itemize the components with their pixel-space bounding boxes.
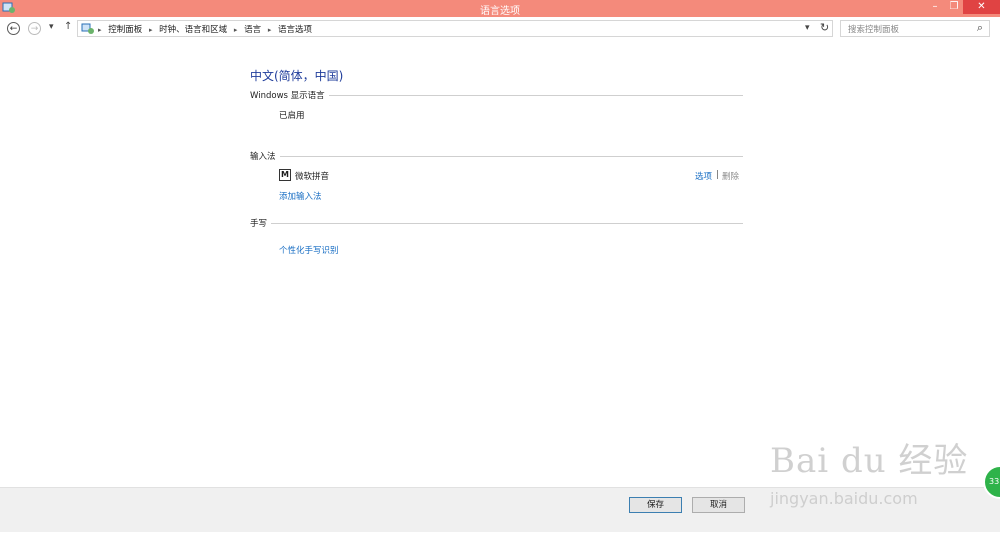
minimize-button[interactable]: –: [925, 0, 945, 15]
cancel-button[interactable]: 取消: [692, 497, 745, 513]
title-bar: 语言选项 – ❐ ✕: [0, 0, 1000, 17]
address-dropdown-icon[interactable]: ▾: [805, 23, 810, 33]
breadcrumb-item-clock-language-region[interactable]: 时钟、语言和区域: [159, 25, 227, 35]
breadcrumb-item-language-options[interactable]: 语言选项: [278, 25, 312, 35]
ime-name: 微软拼音: [295, 172, 330, 182]
recent-locations-button[interactable]: ▾: [49, 22, 54, 32]
address-bar[interactable]: ▸ 控制面板 ▸ 时钟、语言和区域 ▸ 语言 ▸ 语言选项 ▾ ↻: [77, 20, 833, 37]
search-icon[interactable]: ⌕: [977, 21, 983, 35]
refresh-icon[interactable]: ↻: [820, 21, 829, 34]
breadcrumb-item-control-panel[interactable]: 控制面板: [108, 25, 142, 35]
link-divider: |: [716, 170, 719, 180]
add-input-method-link[interactable]: 添加输入法: [279, 190, 322, 202]
display-language-status: 已启用: [279, 111, 305, 121]
personalize-handwriting-link[interactable]: 个性化手写识别: [279, 244, 339, 256]
section-label: 手写: [250, 217, 272, 229]
search-placeholder: 搜索控制面板: [848, 25, 900, 35]
breadcrumb-item-language[interactable]: 语言: [244, 25, 261, 35]
control-panel-icon: [81, 23, 94, 34]
section-divider: [250, 223, 743, 224]
section-label: Windows 显示语言: [250, 89, 329, 101]
chevron-right-icon[interactable]: ▸: [149, 26, 153, 34]
breadcrumb: ▸ 控制面板 ▸ 时钟、语言和区域 ▸ 语言 ▸ 语言选项: [98, 23, 316, 35]
back-button[interactable]: ←: [7, 22, 20, 35]
watermark-main: Bai du 经验: [770, 441, 969, 481]
watermark: Bai du 经验 jingyan.baidu.com: [770, 433, 969, 508]
page-title: 中文(简体，中国): [250, 69, 344, 83]
save-button[interactable]: 保存: [629, 497, 682, 513]
close-button[interactable]: ✕: [963, 0, 1000, 14]
watermark-url: jingyan.baidu.com: [770, 489, 918, 508]
forward-button[interactable]: →: [28, 22, 41, 35]
window-title: 语言选项: [480, 6, 520, 17]
up-button[interactable]: ↑: [64, 21, 72, 32]
ime-remove-link[interactable]: 删除: [722, 170, 739, 182]
chevron-right-icon[interactable]: ▸: [268, 26, 272, 34]
section-divider: [250, 156, 743, 157]
section-label: 输入法: [250, 150, 280, 162]
ime-icon: M: [279, 169, 291, 181]
section-windows-display-language: Windows 显示语言: [250, 89, 743, 101]
ime-options-link[interactable]: 选项: [695, 170, 712, 182]
chevron-right-icon[interactable]: ▸: [98, 26, 102, 34]
navigation-bar: ← → ▾ ↑ ▸ 控制面板 ▸ 时钟、语言和区域 ▸ 语言 ▸ 语言选项 ▾ …: [0, 19, 1000, 41]
section-input-method: 输入法: [250, 150, 743, 162]
chevron-right-icon[interactable]: ▸: [234, 26, 238, 34]
search-input[interactable]: 搜索控制面板 ⌕: [840, 20, 990, 37]
section-handwriting: 手写: [250, 217, 743, 229]
maximize-button[interactable]: ❐: [945, 0, 963, 15]
badge-count: 33: [989, 477, 1000, 486]
